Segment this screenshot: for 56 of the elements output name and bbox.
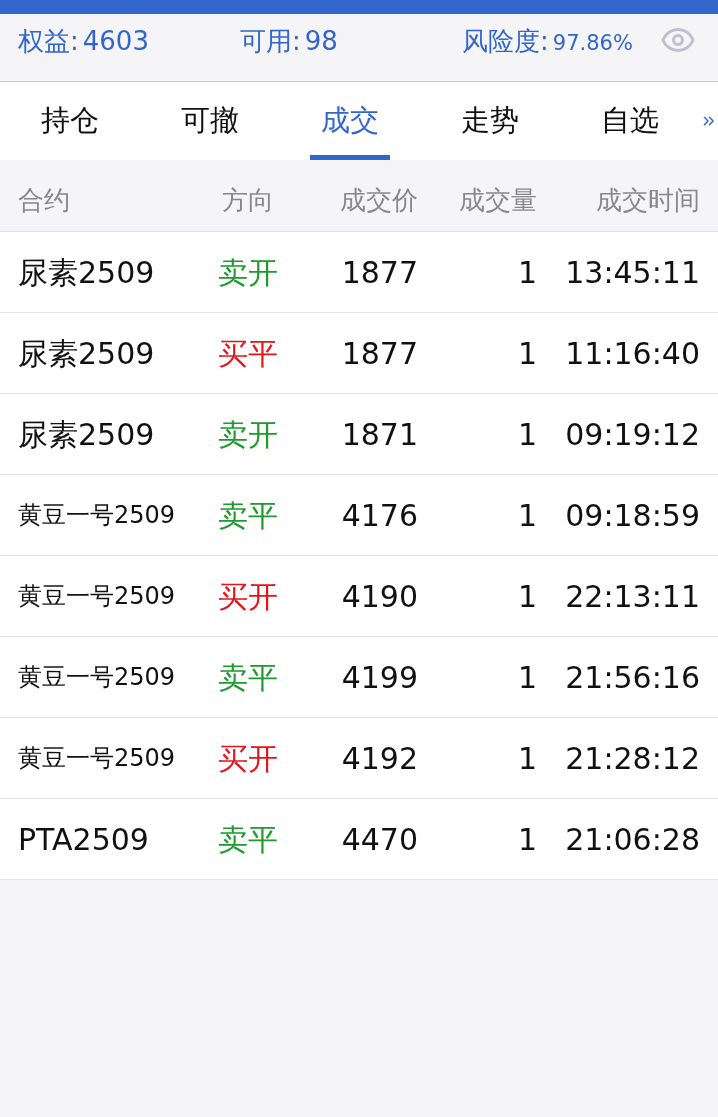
table-cell-text: 黄豆一号2509 xyxy=(18,581,176,612)
table-cell-text: 11:16:40 xyxy=(565,334,700,373)
table-cell-text: 尿素2509 xyxy=(18,253,155,292)
risk-label: 风险度: xyxy=(462,25,549,58)
available-value: 98 xyxy=(304,25,338,58)
table-cell-text: 09:18:59 xyxy=(565,496,700,535)
table-cell-text: 1877 xyxy=(341,253,418,292)
table-cell-text: 1 xyxy=(517,739,537,778)
column-header: 合约 xyxy=(18,184,70,217)
tab[interactable]: 成交 xyxy=(280,82,421,160)
tab[interactable]: 走势 xyxy=(420,82,561,160)
table-cell-text: 21:28:12 xyxy=(565,739,700,778)
column-header: 方向 xyxy=(222,184,274,217)
table-cell-text: 卖平 xyxy=(218,496,278,535)
table-cell-text: 尿素2509 xyxy=(18,334,155,373)
available-label: 可用: xyxy=(240,25,301,58)
table-cell-text: 21:06:28 xyxy=(565,820,700,859)
table-cell-text: 黄豆一号2509 xyxy=(18,500,176,531)
table-cell-text: 1 xyxy=(517,415,537,454)
table-cell-text: 买开 xyxy=(218,739,278,778)
table-cell-text: 21:56:16 xyxy=(565,658,700,697)
table-cell-text: 09:19:12 xyxy=(565,415,700,454)
table-cell-text: 1 xyxy=(517,334,537,373)
table-cell-text: PTA2509 xyxy=(18,820,149,859)
table-cell-text: 卖开 xyxy=(218,253,278,292)
equity-label: 权益: xyxy=(18,25,79,58)
table-cell-text: 4199 xyxy=(341,658,418,697)
risk-value: 97.86% xyxy=(552,30,633,57)
table-cell-text: 买平 xyxy=(218,334,278,373)
table-cell-text: 卖平 xyxy=(218,658,278,697)
equity-value: 4603 xyxy=(82,25,149,58)
table-cell-text: 尿素2509 xyxy=(18,415,155,454)
table-cell-text: 买开 xyxy=(218,577,278,616)
tab[interactable]: 自选 xyxy=(560,82,701,160)
table-cell-text: 黄豆一号2509 xyxy=(18,662,176,693)
table-cell-text: 1 xyxy=(517,577,537,616)
table-cell-text: 1 xyxy=(517,820,537,859)
column-header: 成交量 xyxy=(459,184,537,217)
tab[interactable]: 可撤 xyxy=(140,82,281,160)
table-cell-text: 1 xyxy=(517,496,537,535)
table-cell-text: 4190 xyxy=(341,577,418,616)
table-cell-text: 1871 xyxy=(341,415,418,454)
column-header: 成交时间 xyxy=(596,184,700,217)
table-cell-text: 4470 xyxy=(341,820,418,859)
table-cell-text: 1877 xyxy=(341,334,418,373)
table-cell-text: 22:13:11 xyxy=(565,577,700,616)
table-cell-text: 1 xyxy=(517,658,537,697)
table-cell-text: 4192 xyxy=(341,739,418,778)
table-cell-text: 4176 xyxy=(341,496,418,535)
tab[interactable]: 持仓 xyxy=(0,82,141,160)
table-cell-text: 黄豆一号2509 xyxy=(18,743,176,774)
table-cell-text: 13:45:11 xyxy=(565,253,700,292)
column-header: 成交价 xyxy=(340,184,418,217)
table-cell-text: 卖平 xyxy=(218,820,278,859)
table-cell-text: 卖开 xyxy=(218,415,278,454)
table-cell-text: 1 xyxy=(517,253,537,292)
